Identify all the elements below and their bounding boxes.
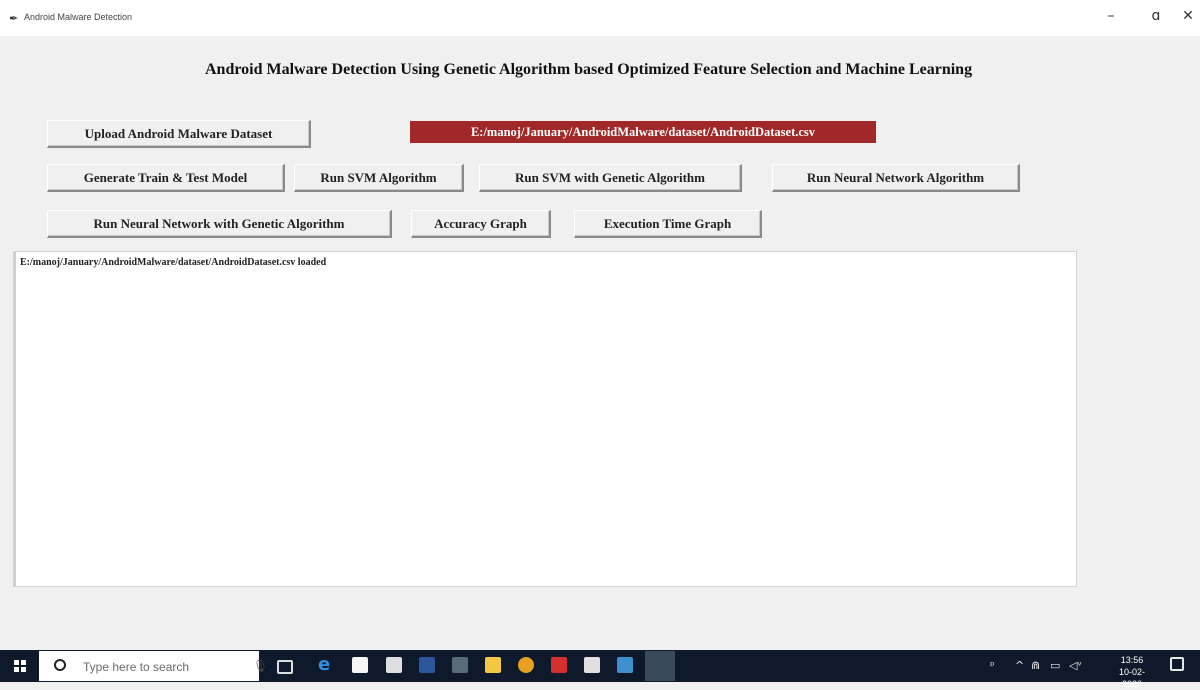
python-active-app-icon[interactable]	[645, 651, 675, 681]
clock-time: 13:56	[1120, 655, 1144, 665]
run-svm-ga-button[interactable]: Run SVM with Genetic Algorithm	[479, 164, 742, 192]
upload-dataset-button[interactable]: Upload Android Malware Dataset	[47, 120, 311, 148]
generate-model-button[interactable]: Generate Train & Test Model	[47, 164, 285, 192]
task-view-icon[interactable]	[277, 660, 293, 674]
volume-icon[interactable]: ◁ᵛ	[1069, 659, 1082, 672]
windows-start-icon[interactable]	[14, 660, 26, 672]
store-icon[interactable]	[352, 657, 368, 673]
run-svm-button[interactable]: Run SVM Algorithm	[294, 164, 464, 192]
document-app-icon[interactable]	[584, 657, 600, 673]
page-title: Android Malware Detection Using Genetic …	[205, 61, 973, 78]
tray-chevron-icon[interactable]: ^	[1015, 659, 1024, 672]
chrome-icon[interactable]	[518, 657, 534, 673]
network-icon[interactable]: ⋒	[1031, 659, 1040, 672]
taskbar-search-placeholder: Type here to search	[83, 660, 190, 674]
acrobat-icon[interactable]	[551, 657, 567, 673]
maximize-button[interactable]: ɑ	[1141, 8, 1171, 24]
window-title: Android Malware Detection	[24, 12, 133, 22]
run-nn-button[interactable]: Run Neural Network Algorithm	[772, 164, 1020, 192]
run-nn-ga-button[interactable]: Run Neural Network with Genetic Algorith…	[47, 210, 392, 238]
output-text-area[interactable]: E:/manoj/January/AndroidMalware/dataset/…	[13, 251, 1077, 587]
clock-date: 10-02-2020	[1118, 667, 1145, 689]
accuracy-graph-button[interactable]: Accuracy Graph	[411, 210, 551, 238]
file-explorer-icon[interactable]	[485, 657, 501, 673]
output-log-line: E:/manoj/January/AndroidMalware/dataset/…	[20, 257, 327, 268]
people-icon[interactable]: ᵖ	[990, 659, 995, 672]
dataset-path-label: E:/manoj/January/AndroidMalware/dataset/…	[410, 121, 876, 143]
taskbar-search-box[interactable]: Type here to search 🎙	[39, 651, 268, 681]
cortana-icon	[54, 659, 66, 671]
calculator-icon[interactable]	[452, 657, 468, 673]
app-icon[interactable]	[617, 657, 633, 673]
microphone-icon[interactable]: 🎙	[253, 659, 268, 673]
execution-time-graph-button[interactable]: Execution Time Graph	[574, 210, 762, 238]
mail-icon[interactable]	[386, 657, 402, 673]
window-title-bar: ✒ Android Malware Detection – ɑ ✕	[0, 0, 1200, 36]
minimize-button[interactable]: –	[1096, 8, 1126, 24]
taskbar-clock[interactable]: 13:56 10-02-2020	[1109, 654, 1155, 690]
app-feather-icon: ✒	[9, 12, 19, 25]
battery-icon[interactable]: ▭	[1050, 659, 1060, 672]
close-button[interactable]: ✕	[1173, 8, 1200, 24]
notification-center-icon[interactable]	[1170, 657, 1184, 671]
edge-browser-icon[interactable]: e	[318, 656, 334, 674]
word-icon[interactable]	[419, 657, 435, 673]
